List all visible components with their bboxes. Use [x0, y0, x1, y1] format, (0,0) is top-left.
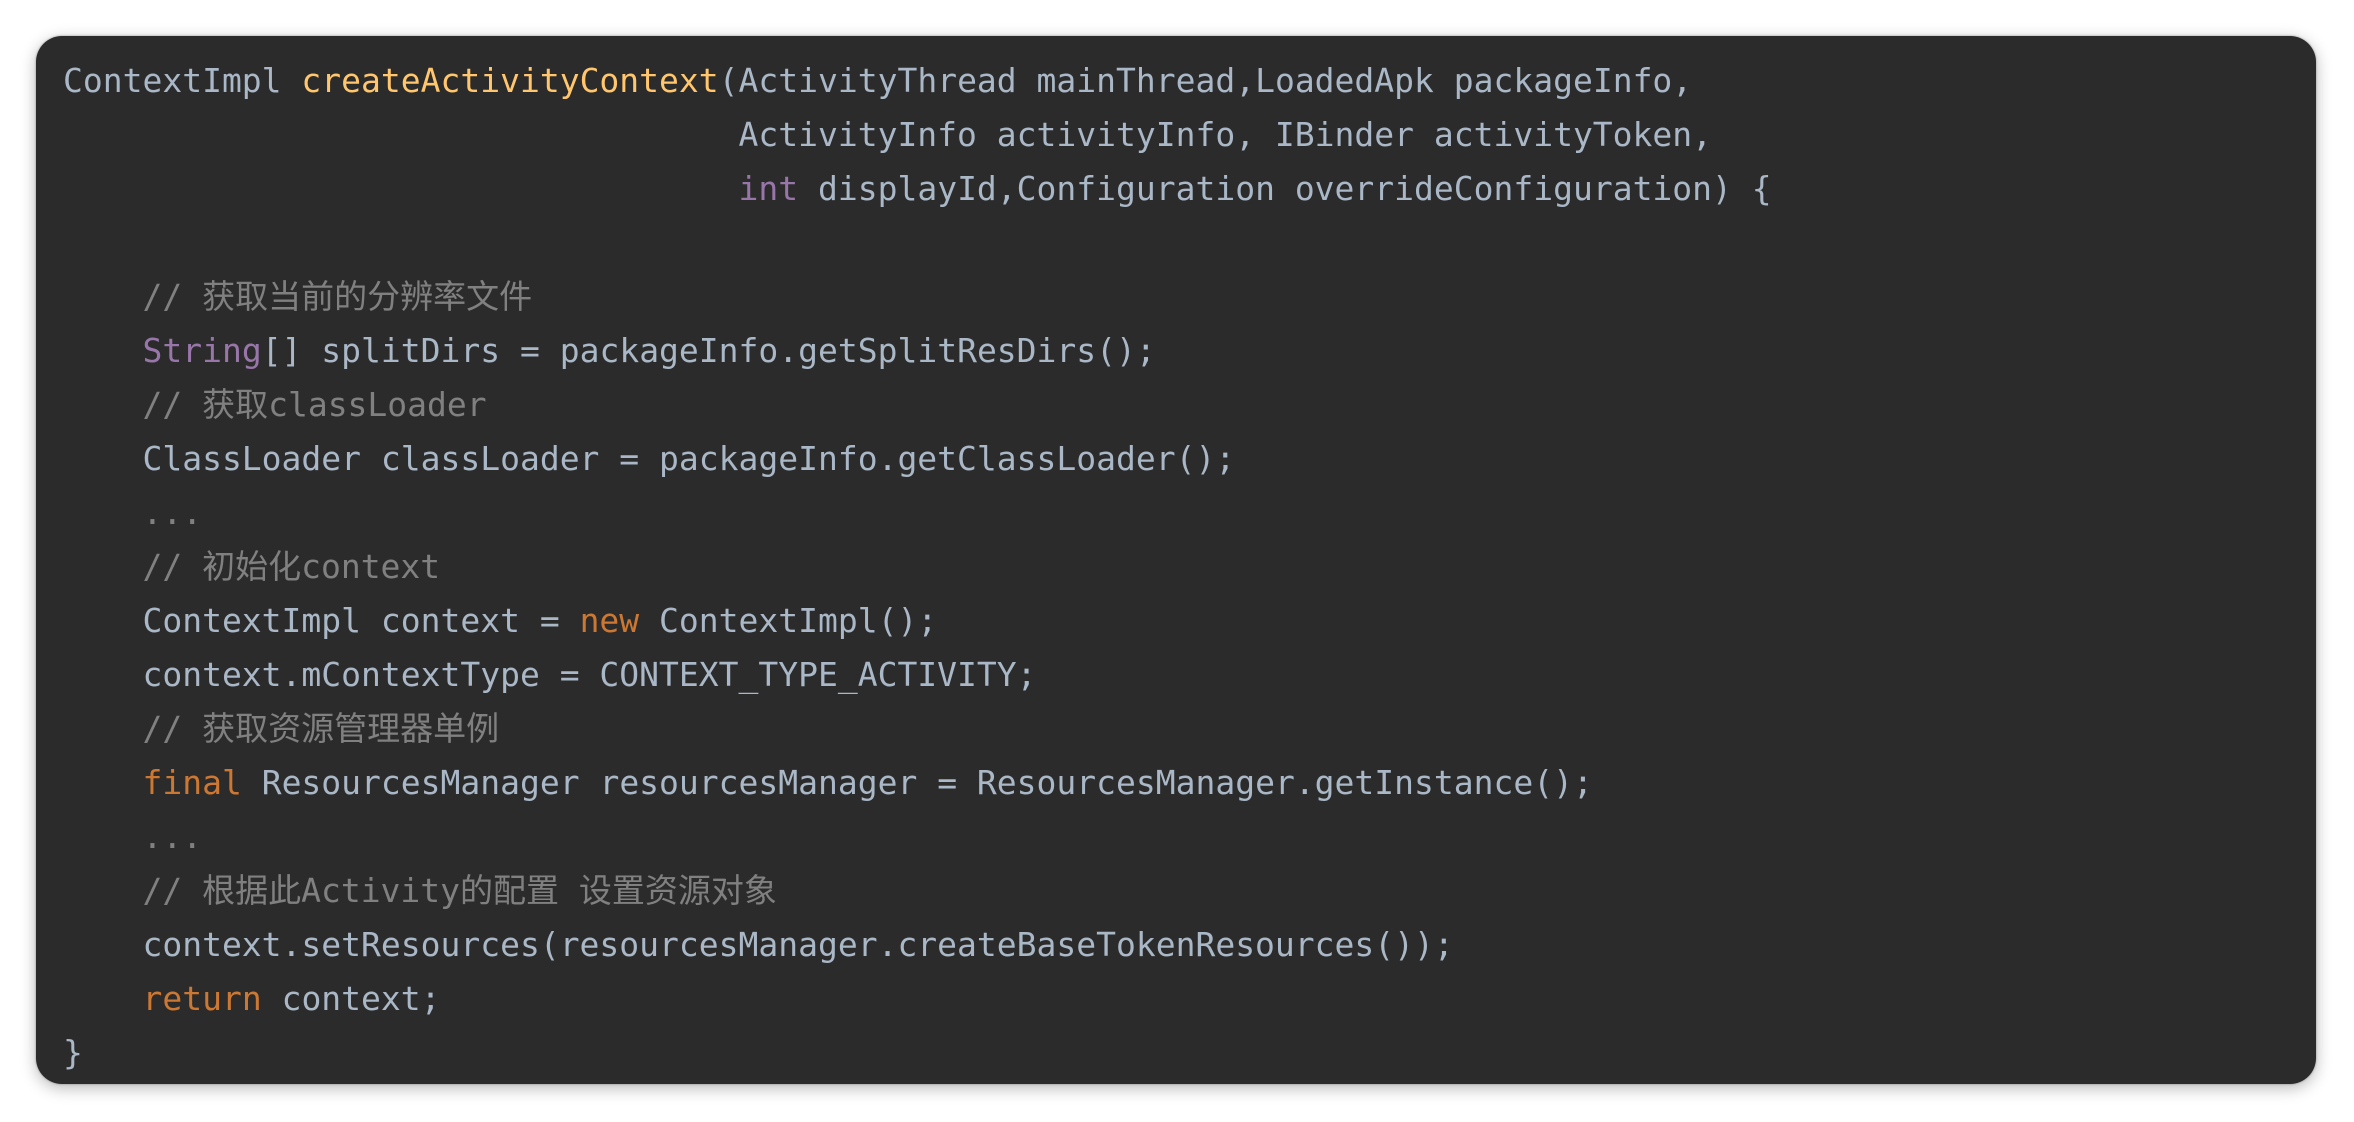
- code-token-plain: ContextImpl context =: [63, 601, 580, 640]
- code-token-plain: [] splitDirs = packageInfo.getSplitResDi…: [261, 331, 1156, 370]
- code-line: // 初始化context: [63, 540, 1772, 594]
- code-line: // 根据此Activity的配置 设置资源对象: [63, 864, 1772, 918]
- code-line: ClassLoader classLoader = packageInfo.ge…: [63, 432, 1772, 486]
- code-token-kw: return: [142, 979, 262, 1018]
- code-line: context.setResources(resourcesManager.cr…: [63, 918, 1772, 972]
- code-line: ...: [63, 810, 1772, 864]
- code-line: // 获取classLoader: [63, 378, 1772, 432]
- code-block: ContextImpl createActivityContext(Activi…: [36, 36, 2316, 1084]
- code-line: int displayId,Configuration overrideConf…: [63, 162, 1772, 216]
- code-token-plain: context;: [261, 979, 441, 1018]
- code-line: ActivityInfo activityInfo, IBinder activ…: [63, 108, 1772, 162]
- code-token-plain: ClassLoader classLoader = packageInfo.ge…: [63, 439, 1236, 478]
- code-token-comment: // 获取资源管理器单例: [142, 709, 500, 748]
- code-line: return context;: [63, 972, 1772, 1026]
- code-line: // 获取当前的分辨率文件: [63, 270, 1772, 324]
- code-token-plain: displayId,Configuration overrideConfigur…: [798, 169, 1772, 208]
- code-line: final ResourcesManager resourcesManager …: [63, 756, 1772, 810]
- code-line: }: [63, 1026, 1772, 1080]
- code-token-comment: // 获取classLoader: [142, 385, 487, 424]
- code-line: String[] splitDirs = packageInfo.getSpli…: [63, 324, 1772, 378]
- code-token-comment: // 获取当前的分辨率文件: [142, 277, 533, 316]
- code-token-type: String: [142, 331, 262, 370]
- code-line: ...: [63, 486, 1772, 540]
- code-content: ContextImpl createActivityContext(Activi…: [63, 54, 1772, 1080]
- code-token-plain: }: [63, 1033, 83, 1072]
- code-token-type: int: [738, 169, 799, 208]
- code-token-plain: ResourcesManager resourcesManager = Reso…: [241, 763, 1593, 802]
- code-token-kw: new: [579, 601, 640, 640]
- code-line: context.mContextType = CONTEXT_TYPE_ACTI…: [63, 648, 1772, 702]
- code-token-plain: ContextImpl();: [639, 601, 938, 640]
- code-token-plain: context.setResources(resourcesManager.cr…: [63, 925, 1454, 964]
- code-line: ContextImpl context = new ContextImpl();: [63, 594, 1772, 648]
- code-line: // 获取资源管理器单例: [63, 702, 1772, 756]
- code-token-plain: context.mContextType = CONTEXT_TYPE_ACTI…: [63, 655, 1037, 694]
- code-token-comment: // 根据此Activity的配置 设置资源对象: [142, 871, 777, 910]
- code-token-plain: (ActivityThread mainThread,LoadedApk pac…: [718, 61, 1693, 100]
- code-token-comment: ...: [142, 493, 203, 532]
- code-token-plain: ContextImpl: [63, 61, 302, 100]
- code-token-comment: ...: [142, 817, 203, 856]
- code-token-plain: ActivityInfo activityInfo, IBinder activ…: [63, 115, 1713, 154]
- code-token-fn: createActivityContext: [301, 61, 719, 100]
- code-token-kw: final: [142, 763, 242, 802]
- code-token-comment: // 初始化context: [142, 547, 441, 586]
- code-line: ContextImpl createActivityContext(Activi…: [63, 54, 1772, 108]
